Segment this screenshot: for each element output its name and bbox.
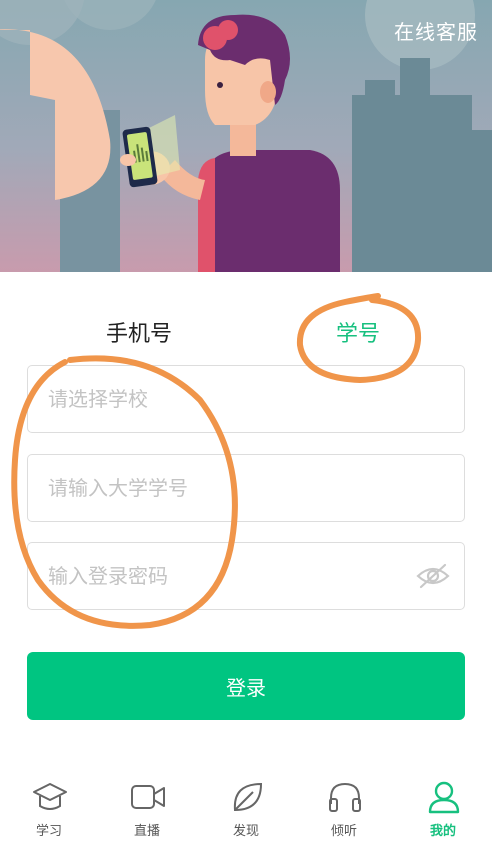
- school-select-input[interactable]: [48, 366, 408, 432]
- bottom-navigation: 学习 直播 发现 倾听 我的: [0, 770, 492, 841]
- video-camera-icon: [131, 785, 165, 809]
- hero-banner: 在线客服: [0, 0, 492, 272]
- nav-label-listen: 倾听: [330, 824, 357, 839]
- graduation-cap-icon: [33, 783, 67, 810]
- nav-item-discover[interactable]: 发现: [197, 770, 295, 841]
- online-service-link[interactable]: 在线客服: [394, 16, 478, 45]
- eye-slash-icon[interactable]: [416, 562, 450, 590]
- login-button[interactable]: 登录: [27, 652, 465, 720]
- password-field[interactable]: [27, 542, 465, 610]
- nav-label-study: 学习: [35, 824, 62, 839]
- leaf-icon: [233, 782, 263, 812]
- tab-phone-number[interactable]: 手机号: [106, 316, 172, 348]
- login-method-tabs: 手机号 学号: [0, 272, 492, 364]
- headphones-icon: [329, 782, 361, 812]
- password-input[interactable]: [48, 543, 408, 609]
- nav-label-discover: 发现: [232, 824, 259, 839]
- user-icon: [428, 781, 460, 814]
- student-id-field[interactable]: [27, 454, 465, 522]
- nav-item-live[interactable]: 直播: [98, 770, 196, 841]
- nav-item-mine[interactable]: 我的: [394, 770, 492, 841]
- tab-student-id[interactable]: 学号: [336, 316, 380, 348]
- nav-label-live: 直播: [133, 824, 160, 839]
- school-select-field[interactable]: [27, 365, 465, 433]
- nav-item-listen[interactable]: 倾听: [295, 770, 393, 841]
- nav-label-mine: 我的: [429, 824, 456, 839]
- nav-item-study[interactable]: 学习: [0, 770, 98, 841]
- student-id-input[interactable]: [48, 455, 408, 521]
